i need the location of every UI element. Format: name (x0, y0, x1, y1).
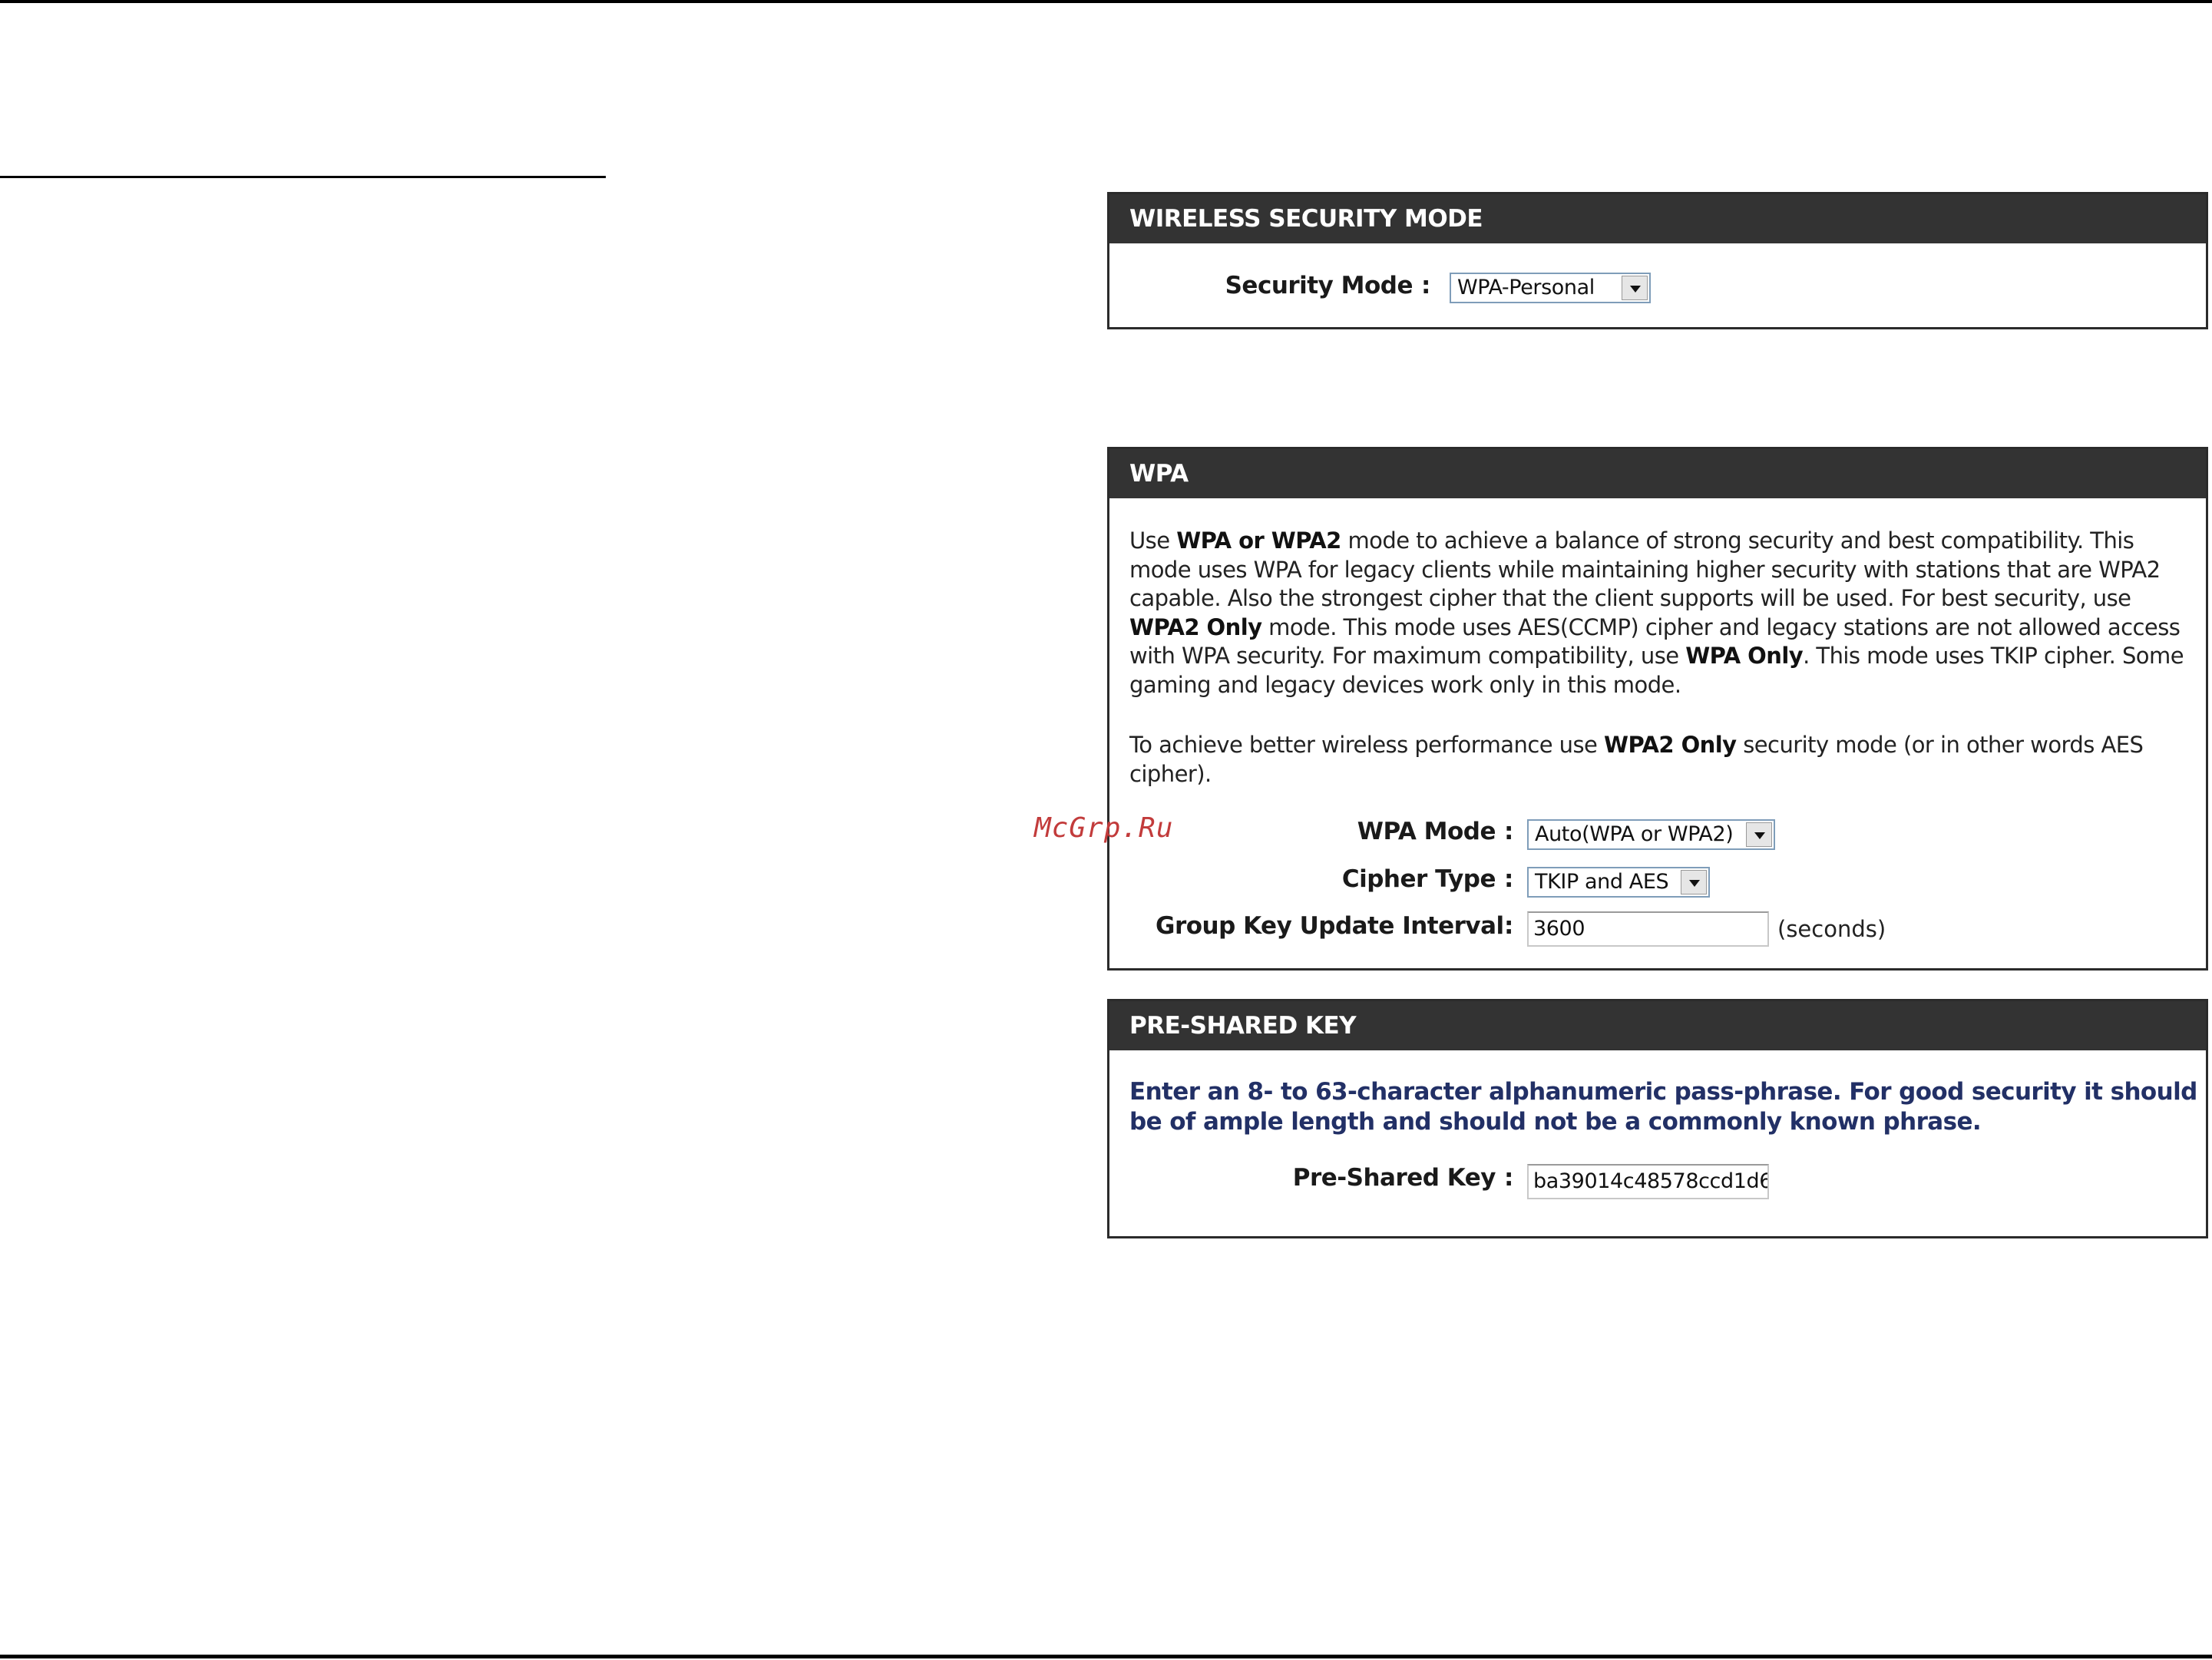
wpa-performance-note: To achieve better wireless performance u… (1129, 731, 2197, 789)
security-mode-value: WPA-Personal (1457, 276, 1595, 299)
group-key-interval-input[interactable]: 3600 (1527, 911, 1769, 947)
colon: : (1421, 272, 1431, 299)
cipher-type-value: TKIP and AES (1535, 870, 1669, 894)
chevron-down-icon[interactable] (1746, 822, 1772, 847)
cipher-type-label: Cipher Type (1341, 865, 1496, 893)
cipher-type-select[interactable]: TKIP and AES (1527, 867, 1710, 898)
security-mode-label: Security Mode (1225, 272, 1413, 299)
pre-shared-key-label: Pre-Shared Key (1292, 1164, 1496, 1192)
chevron-down-icon[interactable] (1681, 870, 1707, 894)
wpa-description: Use WPA or WPA2 mode to achieve a balanc… (1129, 527, 2197, 699)
wireless-security-mode-panel: WIRELESS SECURITY MODE Security Mode : W… (1107, 192, 2208, 329)
emphasis-text: WPA Only (1685, 643, 1804, 669)
emphasis-text: WPA or WPA2 (1176, 527, 1341, 554)
colon: : (1504, 865, 1514, 893)
section-title-underline (0, 176, 606, 178)
top-rule (0, 0, 2212, 3)
wpa-mode-select[interactable]: Auto(WPA or WPA2) (1527, 819, 1775, 850)
emphasis-text: WPA2 Only (1604, 732, 1737, 758)
colon: : (1504, 1164, 1514, 1192)
security-mode-select[interactable]: WPA-Personal (1450, 273, 1651, 303)
wpa-panel: WPA Use WPA or WPA2 mode to achieve a ba… (1107, 447, 2208, 971)
body-text: Use (1129, 527, 1177, 554)
colon: : (1504, 912, 1514, 940)
body-text: To achieve better wireless performance u… (1129, 732, 1605, 758)
wpa-mode-value: Auto(WPA or WPA2) (1535, 822, 1734, 846)
bottom-rule (0, 1655, 2212, 1658)
panel-header: PRE-SHARED KEY (1109, 1001, 2206, 1050)
panel-header: WPA (1109, 449, 2206, 498)
watermark-text: McGrp.Ru (1034, 812, 1174, 844)
group-key-label: Group Key Update Interval (1156, 912, 1504, 940)
pre-shared-key-input[interactable]: ba39014c48578ccd1d6d (1527, 1164, 1769, 1199)
seconds-suffix: (seconds) (1777, 916, 1886, 942)
wpa-mode-label: WPA Mode (1357, 818, 1496, 845)
panel-header: WIRELESS SECURITY MODE (1109, 194, 2206, 243)
emphasis-text: WPA2 Only (1129, 613, 1262, 640)
colon: : (1504, 818, 1514, 845)
psk-instruction: Enter an 8- to 63-character alphanumeric… (1129, 1078, 2197, 1136)
chevron-down-icon[interactable] (1622, 276, 1648, 300)
pre-shared-key-panel: PRE-SHARED KEY Enter an 8- to 63-charact… (1107, 999, 2208, 1238)
